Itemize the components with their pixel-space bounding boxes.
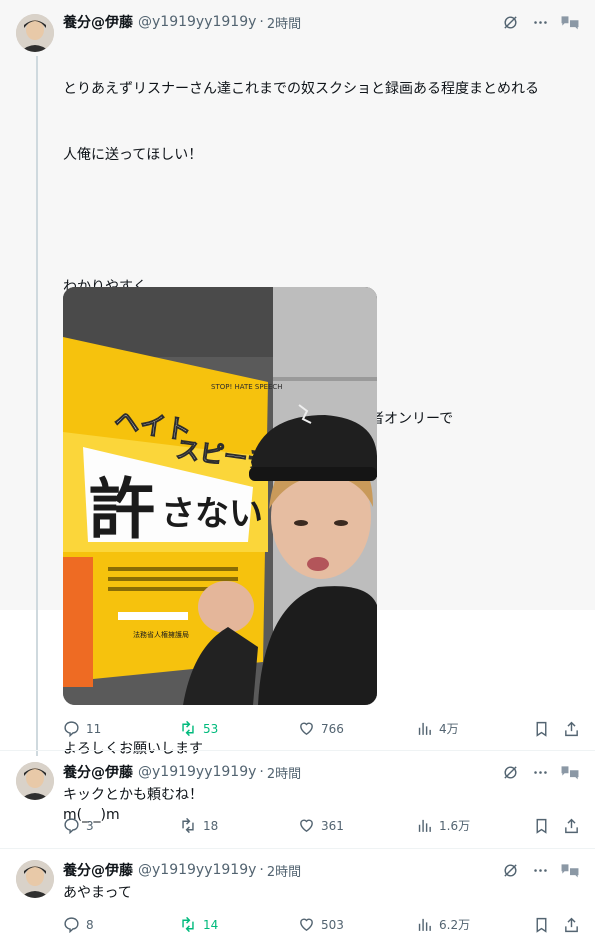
bookmark-button[interactable] [533, 720, 550, 738]
like-icon [300, 722, 313, 736]
bookmark-button[interactable] [533, 817, 550, 835]
repost-icon [182, 720, 194, 737]
views-count: 6.2万 [439, 918, 471, 932]
avatar[interactable] [16, 860, 54, 898]
tweet-actions: 3 18 361 1.6万 [63, 817, 583, 837]
bookmark-icon [536, 917, 547, 933]
user-handle[interactable]: @y1919yy1919y [138, 764, 256, 780]
tweet-header: 養分@伊藤 @y1919yy1919y · 2時間 [63, 12, 301, 32]
repost-button[interactable]: 53 [179, 720, 218, 737]
more-icon[interactable] [525, 12, 555, 32]
display-name[interactable]: 養分@伊藤 [63, 860, 133, 880]
share-button[interactable] [563, 817, 580, 835]
like-icon [300, 918, 313, 932]
views-button[interactable]: 6.2万 [416, 916, 470, 933]
repost-button[interactable]: 18 [179, 817, 218, 834]
translate-icon[interactable] [555, 860, 585, 880]
separator-dot: · [259, 14, 264, 30]
user-handle[interactable]: @y1919yy1919y [138, 862, 256, 878]
poster-line: さない [161, 494, 263, 534]
reply-icon [64, 917, 79, 933]
tweet-actions: 8 14 503 6.2万 [63, 916, 583, 936]
translate-icon[interactable] [555, 12, 585, 32]
reply-button[interactable]: 8 [63, 916, 94, 933]
share-icon [565, 721, 578, 737]
views-count: 4万 [439, 722, 459, 736]
views-count: 1.6万 [439, 819, 471, 833]
tweet-text: キックとかも頼むね！ [63, 787, 203, 803]
like-button[interactable]: 766 [298, 720, 344, 737]
like-count: 361 [321, 818, 344, 833]
separator-dot: · [259, 862, 264, 878]
bookmark-icon [536, 818, 547, 834]
reply-button[interactable]: 11 [63, 720, 101, 737]
separator-dot: · [259, 764, 264, 780]
share-icon [565, 917, 578, 933]
display-name[interactable]: 養分@伊藤 [63, 762, 133, 782]
tweet-top-icons [495, 860, 585, 880]
avatar[interactable] [16, 762, 54, 800]
tweet-header: 養分@伊藤 @y1919yy1919y · 2時間 [63, 762, 301, 782]
bookmark-button[interactable] [533, 916, 550, 934]
reply-icon [64, 818, 79, 834]
tweet-header: 養分@伊藤 @y1919yy1919y · 2時間 [63, 860, 301, 880]
poster-tag: STOP! HATE SPEECH [211, 383, 283, 391]
tweet-actions: 11 53 766 4万 [63, 720, 583, 740]
like-icon [300, 819, 313, 833]
tweet-1[interactable]: 養分@伊藤 @y1919yy1919y · 2時間 とりあえずリスナーさん達これ… [0, 0, 595, 823]
views-icon [418, 722, 431, 735]
avatar[interactable] [16, 14, 54, 52]
text-line: とりあえずリスナーさん達これまでの奴スクショと録画ある程度まとめれる [63, 81, 539, 97]
grok-icon[interactable] [495, 12, 525, 32]
tweet-top-icons [495, 12, 585, 32]
like-count: 503 [321, 917, 344, 932]
like-button[interactable]: 361 [298, 817, 344, 834]
grok-icon[interactable] [495, 762, 525, 782]
repost-count: 53 [203, 721, 219, 736]
poster-credit: 法務省人権擁護局 [133, 630, 189, 639]
reply-count: 11 [86, 721, 102, 736]
repost-count: 14 [203, 917, 219, 932]
poster-line: 許 [89, 471, 155, 548]
tweet-photo[interactable]: STOP! HATE SPEECH ヘイト スピーチ 許 さない 法務省人権擁護… [63, 287, 377, 705]
timestamp[interactable]: 2時間 [267, 13, 301, 32]
translate-icon[interactable] [555, 762, 585, 782]
display-name[interactable]: 養分@伊藤 [63, 12, 133, 32]
repost-icon [182, 817, 194, 834]
views-icon [418, 918, 431, 931]
share-icon [565, 818, 578, 834]
bookmark-icon [536, 721, 547, 737]
share-button[interactable] [563, 916, 580, 934]
tweet-3[interactable]: 養分@伊藤 @y1919yy1919y · 2時間 あやまって 8 14 503 [0, 848, 595, 942]
repost-button[interactable]: 14 [179, 916, 218, 933]
tweet-2[interactable]: 養分@伊藤 @y1919yy1919y · 2時間 キックとかも頼むね！ 3 1… [0, 750, 595, 848]
grok-icon[interactable] [495, 860, 525, 880]
timestamp[interactable]: 2時間 [267, 763, 301, 782]
reply-count: 3 [86, 818, 94, 833]
tweet-top-icons [495, 762, 585, 782]
text-line: 人俺に送ってほしい！ [63, 147, 203, 163]
more-icon[interactable] [525, 762, 555, 782]
text-line [63, 210, 583, 232]
repost-count: 18 [203, 818, 219, 833]
more-icon[interactable] [525, 860, 555, 880]
timestamp[interactable]: 2時間 [267, 861, 301, 880]
reply-icon [64, 721, 79, 737]
repost-icon [182, 916, 194, 933]
views-button[interactable]: 4万 [416, 720, 459, 737]
views-icon [418, 819, 431, 832]
like-button[interactable]: 503 [298, 916, 344, 933]
tweet-text: あやまって [63, 885, 132, 901]
reply-button[interactable]: 3 [63, 817, 94, 834]
views-button[interactable]: 1.6万 [416, 817, 470, 834]
user-handle[interactable]: @y1919yy1919y [138, 14, 256, 30]
share-button[interactable] [563, 720, 580, 738]
like-count: 766 [321, 721, 344, 736]
reply-count: 8 [86, 917, 94, 932]
